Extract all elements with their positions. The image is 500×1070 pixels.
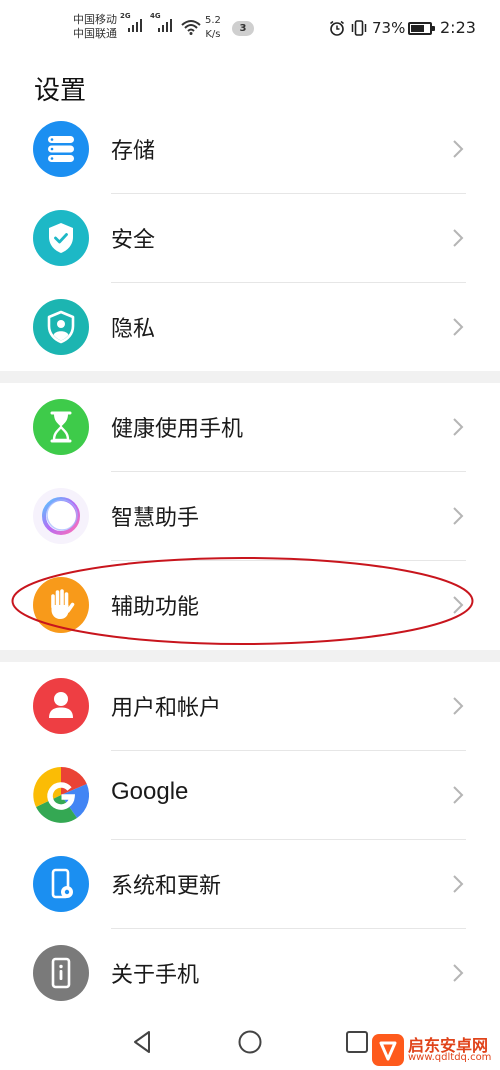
network-speed-unit: K/s [205, 29, 221, 40]
carrier-info: 中国移动 中国联通 [73, 13, 117, 41]
carrier-2-name: 中国联通 [73, 27, 117, 40]
settings-group-3: 用户和帐户 Google 系统和更新 关于手机 [0, 662, 500, 1018]
settings-item-system-label: 系统和更新 [111, 874, 222, 899]
watermark: 启东安卓网 www.qdltdq.com [372, 1030, 500, 1070]
vibrate-icon [351, 20, 367, 36]
settings-item-storage-label: 存储 [111, 139, 156, 164]
settings-item-google-label: Google [111, 778, 189, 805]
google-icon [33, 767, 89, 823]
page-title: 设置 [34, 76, 87, 106]
privacy-shield-icon [33, 299, 89, 355]
user-icon [33, 678, 89, 734]
chevron-right-icon [453, 786, 464, 804]
settings-item-users[interactable]: 用户和帐户 [0, 662, 500, 751]
clock: 2:23 [440, 18, 476, 37]
watermark-url: www.qdltdq.com [408, 1052, 492, 1063]
hand-icon [33, 577, 89, 633]
network-speed: 5.2 K/s [205, 14, 221, 42]
home-icon[interactable] [237, 1029, 263, 1055]
chevron-right-icon [453, 875, 464, 893]
alarm-icon [330, 20, 344, 36]
status-bar: 中国移动 中国联通 2G 4G 5.2 K/s 3 73% 2:23 [0, 0, 500, 58]
chevron-right-icon [453, 140, 464, 158]
settings-item-assistant[interactable]: 智慧助手 [0, 472, 500, 561]
wifi-icon [181, 20, 201, 35]
back-icon[interactable] [130, 1029, 156, 1055]
chevron-right-icon [453, 697, 464, 715]
carrier-1-name: 中国移动 [73, 13, 117, 26]
chevron-right-icon [453, 418, 464, 436]
settings-item-accessibility[interactable]: 辅助功能 [0, 561, 500, 650]
hourglass-icon [33, 399, 89, 455]
chevron-right-icon [453, 229, 464, 247]
watermark-logo-icon [372, 1034, 404, 1066]
settings-item-privacy-label: 隐私 [111, 317, 156, 342]
settings-item-system[interactable]: 系统和更新 [0, 840, 500, 929]
phone-info-icon [33, 945, 89, 1001]
phone-settings-icon [33, 856, 89, 912]
settings-item-about-label: 关于手机 [111, 963, 200, 988]
battery-icon [408, 22, 435, 35]
settings-item-privacy[interactable]: 隐私 [0, 283, 500, 372]
settings-item-assistant-label: 智慧助手 [111, 506, 200, 531]
section-separator [0, 650, 500, 662]
assistant-ring-icon [33, 488, 89, 544]
chevron-right-icon [453, 318, 464, 336]
settings-item-google[interactable]: Google [0, 751, 500, 840]
recents-icon[interactable] [344, 1029, 370, 1055]
settings-group-2: 健康使用手机 智慧助手 辅助功能 [0, 383, 500, 650]
settings-item-storage[interactable]: 存储 [0, 105, 500, 194]
settings-item-accessibility-label: 辅助功能 [111, 595, 200, 620]
section-separator [0, 371, 500, 383]
network-speed-value: 5.2 [205, 15, 221, 26]
settings-group-1: 存储 安全 隐私 [0, 105, 500, 372]
battery-percentage: 73% [372, 19, 406, 37]
chevron-right-icon [453, 964, 464, 982]
settings-item-digital-balance-label: 健康使用手机 [111, 417, 244, 442]
storage-icon [33, 121, 89, 177]
chevron-right-icon [453, 507, 464, 525]
settings-item-about[interactable]: 关于手机 [0, 929, 500, 1018]
settings-item-users-label: 用户和帐户 [111, 696, 222, 721]
settings-item-security-label: 安全 [111, 228, 156, 253]
notification-count-badge: 3 [232, 21, 254, 36]
settings-item-digital-balance[interactable]: 健康使用手机 [0, 383, 500, 472]
shield-check-icon [33, 210, 89, 266]
settings-item-security[interactable]: 安全 [0, 194, 500, 283]
chevron-right-icon [453, 596, 464, 614]
